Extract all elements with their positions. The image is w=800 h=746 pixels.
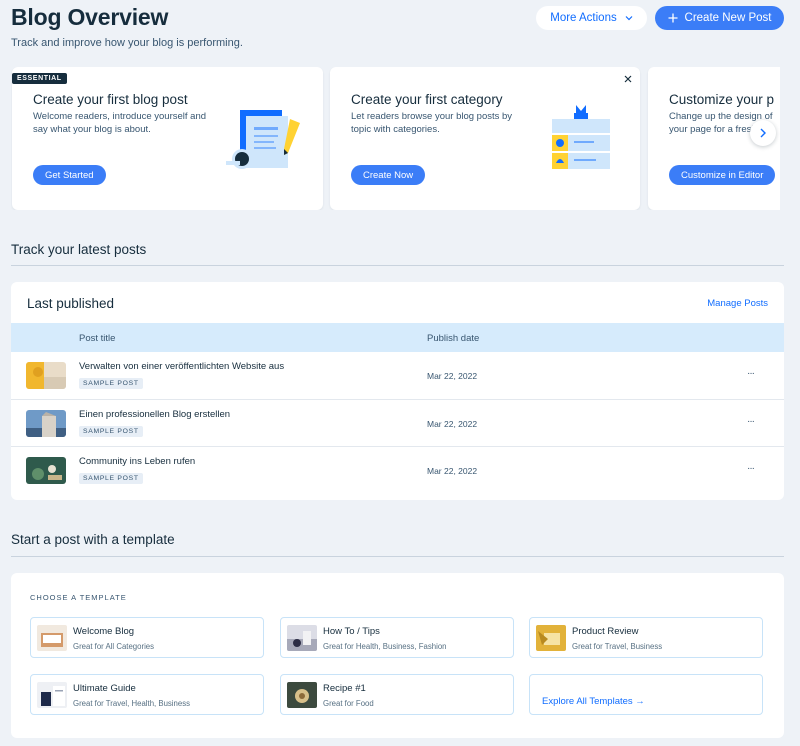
explore-all-templates-link[interactable]: Explore All Templates → (542, 696, 645, 707)
last-published-title: Last published (27, 296, 115, 311)
template-thumbnail (287, 682, 317, 708)
create-new-post-label: Create New Post (684, 12, 772, 24)
page-subtitle: Track and improve how your blog is perfo… (11, 37, 243, 49)
template-name: How To / Tips (323, 626, 380, 637)
template-panel: CHOOSE A TEMPLATE Welcome Blog Great for… (11, 573, 784, 738)
template-thumbnail (37, 625, 67, 651)
category-illustration (550, 103, 612, 171)
page-title: Blog Overview (11, 4, 169, 30)
template-thumbnail (37, 682, 67, 708)
post-title[interactable]: Community ins Leben rufen (79, 456, 195, 467)
post-thumbnail (26, 410, 66, 437)
more-actions-label: More Actions (550, 12, 617, 24)
template-thumbnail (287, 625, 317, 651)
post-publish-date: Mar 22, 2022 (427, 371, 478, 381)
promo-card-first-post: ESSENTIAL Create your first blog post We… (12, 67, 323, 210)
promo-card-first-category: Create your first category Let readers b… (330, 67, 640, 210)
sample-post-badge: SAMPLE POST (79, 378, 143, 389)
column-publish-date: Publish date (427, 333, 480, 344)
table-header: Post title Publish date (11, 323, 784, 352)
close-icon[interactable] (624, 72, 632, 86)
post-thumbnail (26, 457, 66, 484)
template-ultimate-guide[interactable]: Ultimate Guide Great for Travel, Health,… (30, 674, 264, 715)
chevron-down-icon (625, 13, 633, 23)
customize-in-editor-button[interactable]: Customize in Editor (669, 165, 776, 185)
choose-template-label: CHOOSE A TEMPLATE (30, 593, 127, 602)
setup-cards-carousel: ESSENTIAL Create your first blog post We… (11, 67, 780, 210)
promo-card-title: Create your first category (351, 92, 503, 107)
template-description: Great for Travel, Health, Business (73, 699, 191, 708)
post-title[interactable]: Verwalten von einer veröffentlichten Web… (79, 361, 284, 372)
promo-card-description: Welcome readers, introduce yourself and … (33, 111, 207, 135)
template-description: Great for Health, Business, Fashion (323, 642, 447, 651)
post-thumbnail (26, 362, 66, 389)
more-actions-button[interactable]: More Actions (536, 6, 647, 30)
last-published-panel: Last published Manage Posts Post title P… (11, 282, 784, 500)
template-name: Product Review (572, 626, 639, 637)
promo-card-title: Create your first blog post (33, 92, 188, 107)
posts-table-body: Verwalten von einer veröffentlichten Web… (11, 352, 784, 493)
more-options-icon[interactable]: ··· (747, 416, 755, 427)
post-publish-date: Mar 22, 2022 (427, 419, 478, 429)
template-section-title: Start a post with a template (11, 532, 175, 547)
track-section-title: Track your latest posts (11, 242, 147, 257)
more-options-icon[interactable]: ··· (747, 368, 755, 379)
get-started-button[interactable]: Get Started (33, 165, 106, 185)
promo-card-title: Customize your p (669, 92, 775, 107)
template-description: Great for All Categories (73, 642, 155, 651)
template-name: Welcome Blog (73, 626, 135, 637)
sample-post-badge: SAMPLE POST (79, 426, 143, 437)
template-recipe[interactable]: Recipe #1 Great for Food (280, 674, 514, 715)
essential-badge: ESSENTIAL (12, 73, 67, 84)
template-description: Great for Food (323, 699, 374, 708)
blog-post-illustration (224, 107, 306, 173)
section-divider (11, 265, 784, 266)
column-post-title: Post title (79, 333, 116, 344)
plus-icon (668, 11, 678, 26)
create-new-post-button[interactable]: Create New Post (655, 6, 784, 30)
carousel-next-arrow-icon[interactable] (750, 120, 776, 146)
table-row[interactable]: Einen professionellen Blog erstellen SAM… (11, 399, 784, 446)
template-welcome-blog[interactable]: Welcome Blog Great for All Categories (30, 617, 264, 658)
table-row[interactable]: Verwalten von einer veröffentlichten Web… (11, 352, 784, 399)
create-now-button[interactable]: Create Now (351, 165, 426, 185)
template-name: Recipe #1 (323, 683, 366, 694)
template-how-to-tips[interactable]: How To / Tips Great for Health, Business… (280, 617, 514, 658)
manage-posts-link[interactable]: Manage Posts (707, 298, 768, 309)
template-product-review[interactable]: Product Review Great for Travel, Busines… (529, 617, 763, 658)
post-title[interactable]: Einen professionellen Blog erstellen (79, 409, 230, 420)
table-row[interactable]: Community ins Leben rufen SAMPLE POST Ma… (11, 446, 784, 493)
explore-templates-card[interactable]: Explore All Templates → (529, 674, 763, 715)
post-publish-date: Mar 22, 2022 (427, 466, 478, 476)
promo-card-description: Let readers browse your blog posts by to… (351, 111, 513, 135)
template-description: Great for Travel, Business (572, 642, 663, 651)
sample-post-badge: SAMPLE POST (79, 473, 143, 484)
template-name: Ultimate Guide (73, 683, 136, 694)
section-divider (11, 556, 784, 557)
more-options-icon[interactable]: ··· (747, 463, 755, 474)
template-thumbnail (536, 625, 566, 651)
